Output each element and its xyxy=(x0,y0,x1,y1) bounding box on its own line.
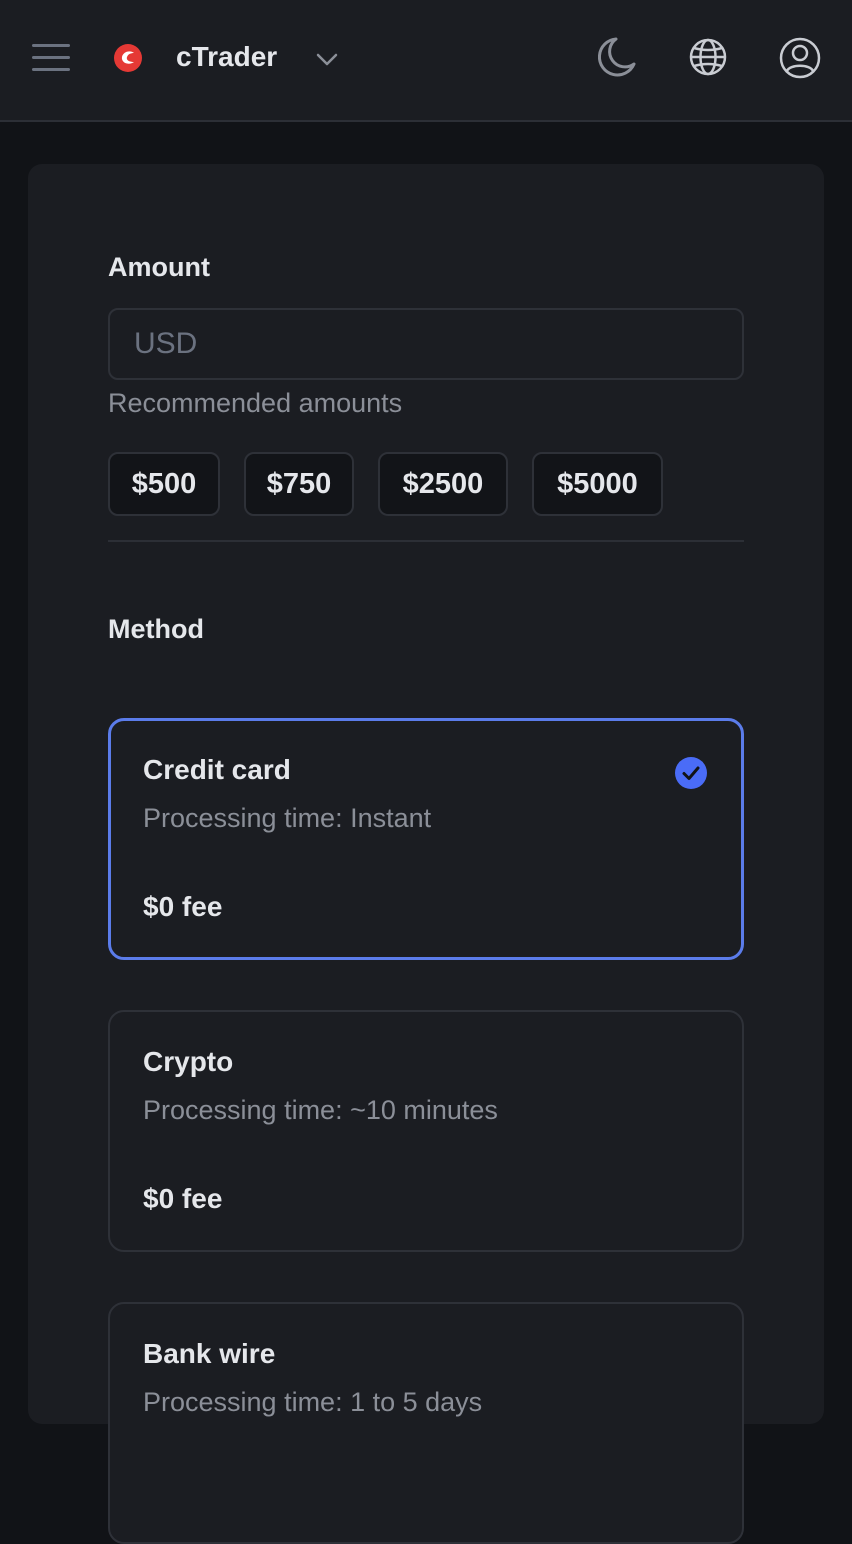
amount-chip-500[interactable]: $500 xyxy=(108,452,220,516)
ctrader-logo xyxy=(114,44,142,72)
method-processing-time: Processing time: Instant xyxy=(143,803,432,833)
method-processing-time: Processing time: ~10 minutes xyxy=(143,1095,498,1125)
method-title: Bank wire xyxy=(143,1338,276,1369)
top-bar: cTrader xyxy=(0,0,852,122)
method-fee: $0 fee xyxy=(143,891,223,922)
menu-icon[interactable] xyxy=(32,40,72,74)
method-option-crypto[interactable]: Crypto Processing time: ~10 minutes $0 f… xyxy=(108,1010,744,1252)
method-title: Credit card xyxy=(143,754,291,785)
amount-chip-5000[interactable]: $5000 xyxy=(532,452,663,516)
globe-icon[interactable] xyxy=(687,36,729,78)
user-icon[interactable] xyxy=(778,36,822,80)
amount-label: Amount xyxy=(108,252,210,282)
method-label: Method xyxy=(108,614,204,644)
divider xyxy=(108,540,744,542)
method-option-credit-card[interactable]: Credit card Processing time: Instant $0 … xyxy=(108,718,744,960)
moon-icon[interactable] xyxy=(592,34,638,80)
check-circle-icon xyxy=(675,757,707,789)
method-option-bank-wire[interactable]: Bank wire Processing time: 1 to 5 days xyxy=(108,1302,744,1544)
brand-name[interactable]: cTrader xyxy=(176,40,277,74)
amount-chip-750[interactable]: $750 xyxy=(244,452,354,516)
method-processing-time: Processing time: 1 to 5 days xyxy=(143,1387,483,1417)
chevron-down-icon[interactable] xyxy=(314,46,340,72)
recommended-amounts-label: Recommended amounts xyxy=(108,388,403,418)
method-title: Crypto xyxy=(143,1046,234,1077)
amount-chip-2500[interactable]: $2500 xyxy=(378,452,508,516)
method-fee: $0 fee xyxy=(143,1183,223,1214)
amount-input[interactable] xyxy=(108,308,744,380)
